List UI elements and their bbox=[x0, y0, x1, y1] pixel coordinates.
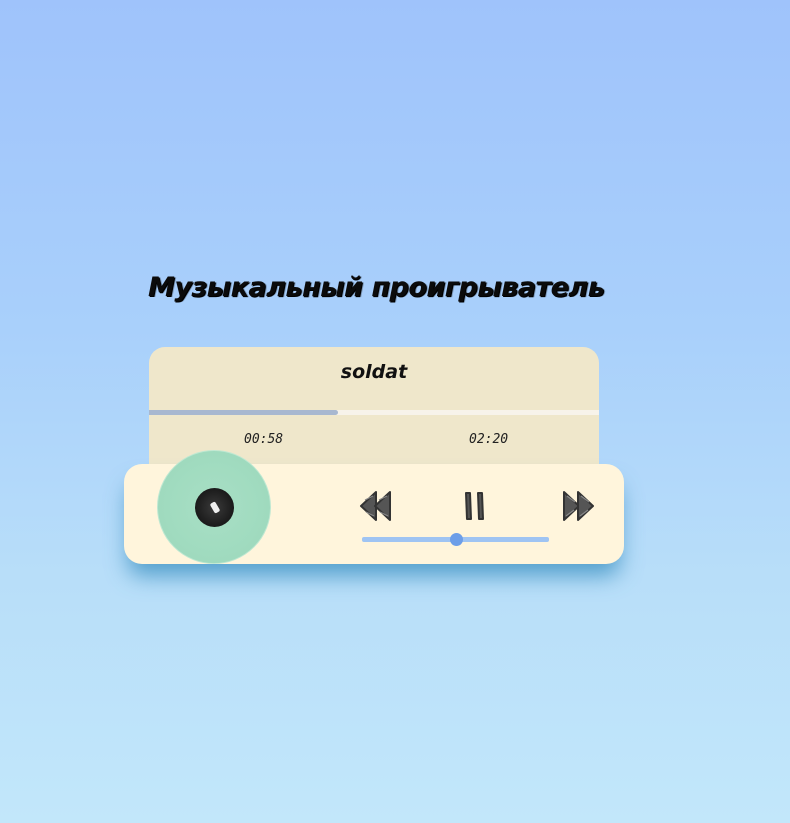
current-time: 00:58 bbox=[244, 432, 284, 447]
previous-track-button[interactable] bbox=[356, 486, 396, 526]
progress-bar[interactable] bbox=[149, 410, 599, 415]
player-controls-card bbox=[124, 450, 624, 564]
pause-button[interactable] bbox=[455, 486, 495, 526]
volume-slider-thumb[interactable] bbox=[449, 533, 463, 546]
rewind-icon bbox=[360, 491, 391, 521]
vinyl-disc-icon bbox=[157, 450, 271, 564]
page-title: Музыкальный проигрыватель bbox=[148, 272, 605, 303]
vinyl-disc-label bbox=[209, 501, 221, 514]
next-track-button[interactable] bbox=[558, 486, 598, 526]
vinyl-disc-center bbox=[195, 488, 234, 527]
fast-forward-icon bbox=[563, 491, 594, 521]
total-time: 02:20 bbox=[469, 432, 509, 447]
pause-icon bbox=[465, 492, 484, 520]
volume-slider[interactable] bbox=[362, 533, 549, 546]
track-title: soldat bbox=[340, 361, 408, 383]
progress-bar-fill bbox=[149, 410, 338, 415]
